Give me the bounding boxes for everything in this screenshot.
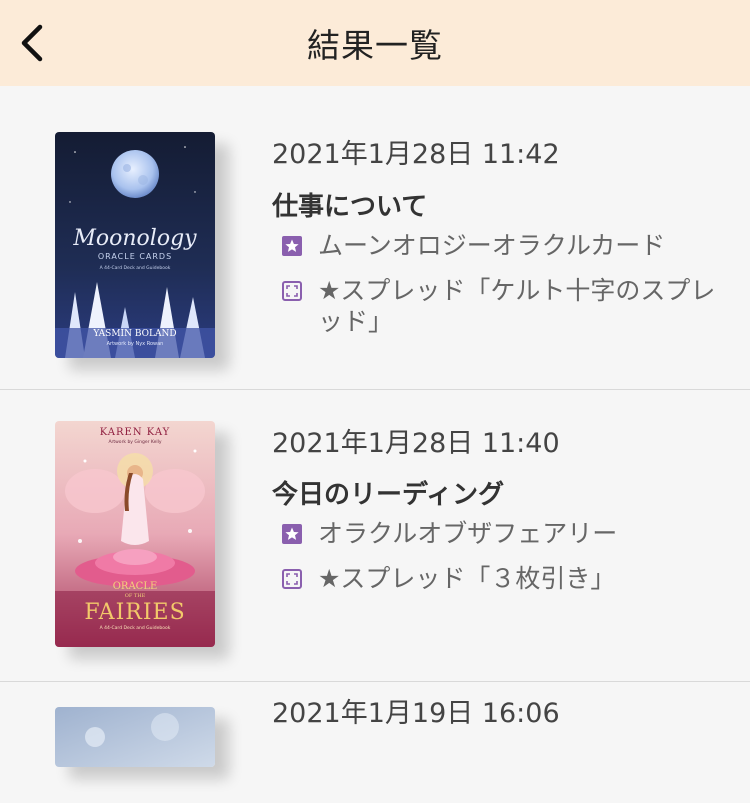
- deck-info: オラクルオブザフェアリー: [282, 518, 722, 549]
- page-title: 結果一覧: [307, 26, 443, 65]
- cover-artist: Artwork by Nyx Rowan: [107, 341, 164, 347]
- deck-name: ムーンオロジーオラクルカード: [318, 231, 666, 260]
- spread-expand-icon: [282, 569, 302, 589]
- cover-title-line3: FAIRIES: [84, 600, 185, 625]
- results-list[interactable]: Moonology ORACLE CARDS A 44-Card Deck an…: [0, 86, 750, 803]
- spread-info: ★スプレッド「ケルト十字のスプレッド」: [282, 275, 722, 337]
- back-button[interactable]: [10, 21, 54, 65]
- result-title: 今日のリーディング: [272, 480, 505, 510]
- cover-tagline: A 44-Card Deck and Guidebook: [100, 625, 171, 631]
- deck-name: オラクルオブザフェアリー: [318, 519, 618, 548]
- result-date: 2021年1月28日 11:40: [272, 428, 560, 459]
- chevron-left-icon: [21, 24, 43, 62]
- result-row[interactable]: 2021年1月19日 16:06: [0, 683, 750, 803]
- result-date: 2021年1月28日 11:42: [272, 139, 560, 170]
- cover-artist: Artwork by Ginger Kelly: [108, 439, 161, 445]
- deck-info: ムーンオロジーオラクルカード: [282, 230, 722, 261]
- spread-name: ★スプレッド「ケルト十字のスプレッド」: [318, 276, 716, 336]
- result-date: 2021年1月19日 16:06: [272, 698, 560, 729]
- spread-name: ★スプレッド「３枚引き」: [318, 564, 616, 593]
- result-row[interactable]: KAREN KAY Artwork by Ginger Kelly ORACLE…: [0, 391, 750, 682]
- spread-expand-icon: [282, 281, 302, 301]
- cover-title: Moonology: [72, 226, 197, 251]
- cover-tagline: A 44-Card Deck and Guidebook: [100, 265, 171, 271]
- cover-subtitle: ORACLE CARDS: [98, 252, 172, 261]
- deck-cover-image: Moonology ORACLE CARDS A 44-Card Deck an…: [55, 132, 215, 358]
- cover-title-line1: ORACLE: [113, 581, 158, 592]
- star-icon: [282, 236, 302, 256]
- deck-cover-image: [55, 707, 215, 767]
- result-title: 仕事について: [272, 192, 428, 222]
- deck-cover-image: KAREN KAY Artwork by Ginger Kelly ORACLE…: [55, 421, 215, 647]
- cover-author: KAREN KAY: [100, 427, 171, 438]
- cover-author: YASMIN BOLAND: [92, 329, 176, 339]
- spread-info: ★スプレッド「３枚引き」: [282, 563, 722, 594]
- cover-title-line2: OF THE: [125, 593, 146, 599]
- header-bar: 結果一覧: [0, 0, 750, 86]
- result-row[interactable]: Moonology ORACLE CARDS A 44-Card Deck an…: [0, 86, 750, 390]
- star-icon: [282, 524, 302, 544]
